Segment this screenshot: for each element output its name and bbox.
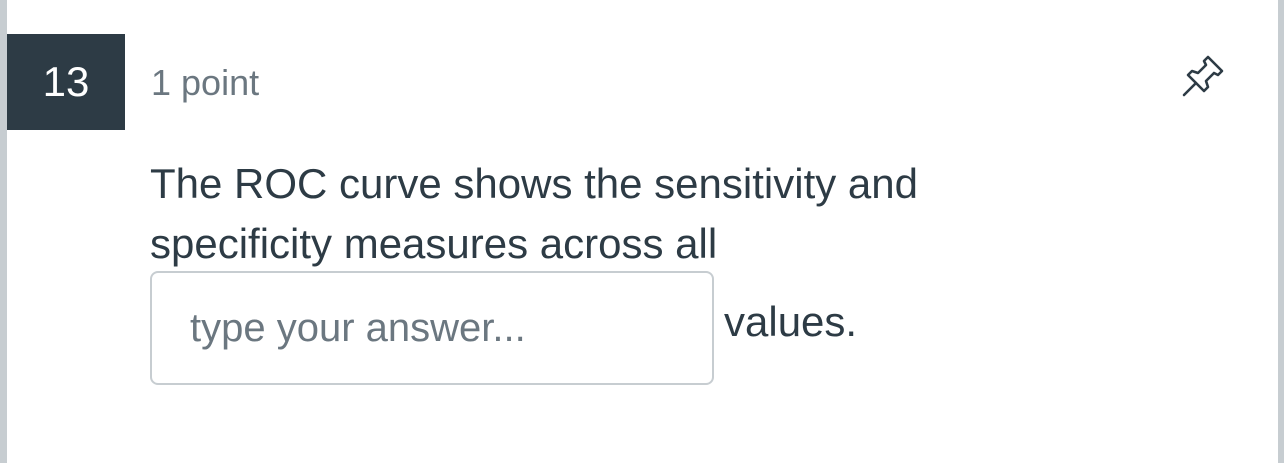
quiz-question-page: 13 1 point The ROC curve shows the sensi… [0,0,1284,463]
question-points: 1 point [151,62,260,103]
answer-row: values. [150,271,857,385]
pushpin-icon [1182,55,1224,97]
left-border [0,0,7,463]
question-text-suffix: values. [724,298,858,345]
right-border [1278,0,1284,463]
answer-input[interactable] [150,271,714,385]
pin-question-button[interactable] [1170,46,1236,106]
question-number-badge: 13 [7,34,125,130]
question-text: The ROC curve shows the sensitivity and … [150,160,918,267]
